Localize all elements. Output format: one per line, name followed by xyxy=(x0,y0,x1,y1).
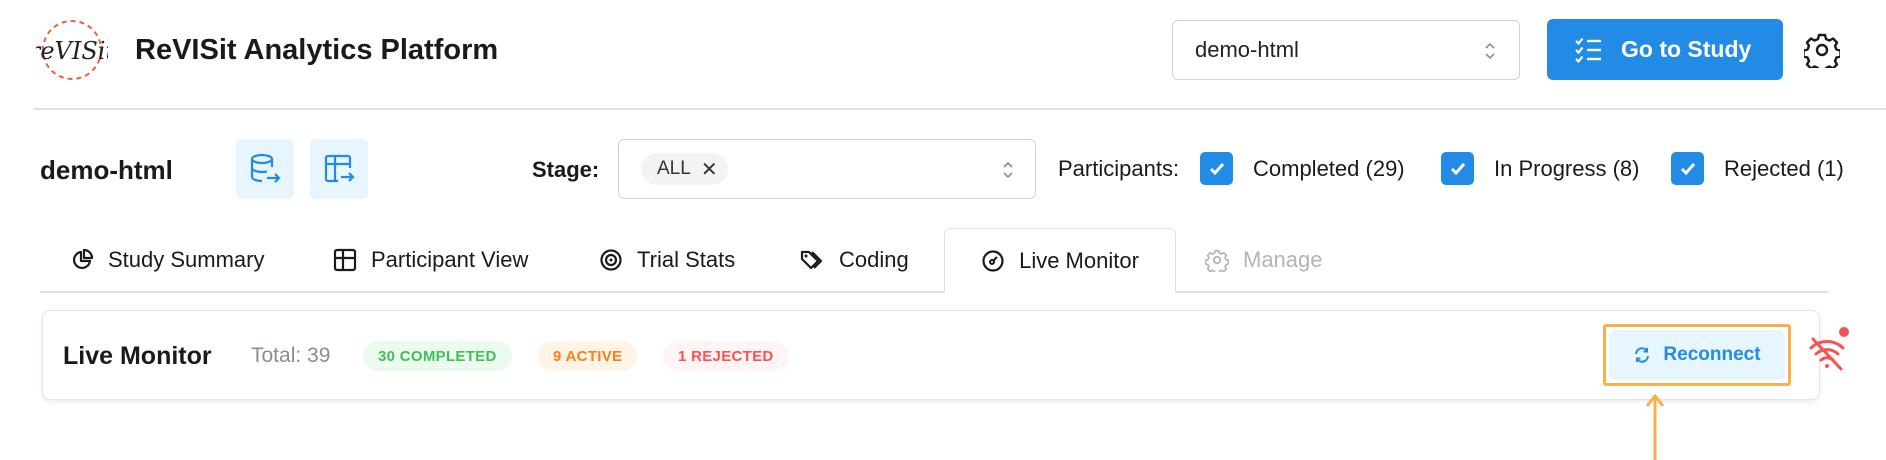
refresh-icon xyxy=(1635,347,1650,363)
list-check-icon xyxy=(1575,37,1601,63)
check-icon xyxy=(1209,162,1224,175)
stage-pill: ALL ✕ xyxy=(641,153,728,185)
table-icon xyxy=(333,248,357,272)
settings-gear-icon[interactable] xyxy=(1804,32,1840,68)
completed-badge: 30 COMPLETED xyxy=(363,341,512,371)
live-monitor-title: Live Monitor xyxy=(63,342,212,370)
rejected-checkbox-label: Rejected (1) xyxy=(1724,156,1844,181)
study-name: demo-html xyxy=(40,155,173,185)
gauge-icon xyxy=(982,250,1004,272)
completed-checkbox-label: Completed (29) xyxy=(1253,156,1405,181)
live-monitor-card: Live Monitor Total: 39 30 COMPLETED 9 AC… xyxy=(42,310,1849,400)
in-progress-checkbox[interactable] xyxy=(1441,152,1474,185)
database-export-icon xyxy=(250,153,281,183)
participants-label: Participants: xyxy=(1058,156,1180,181)
svg-text:reVISit: reVISit xyxy=(36,37,108,65)
tab-label: Manage xyxy=(1243,247,1323,272)
tab-label: Coding xyxy=(839,247,909,272)
tab-label: Study Summary xyxy=(108,247,265,272)
database-export-button[interactable] xyxy=(236,139,294,199)
go-to-study-label: Go to Study xyxy=(1621,36,1752,62)
completed-checkbox[interactable] xyxy=(1200,152,1233,185)
tab-label: Trial Stats xyxy=(637,247,736,272)
check-icon xyxy=(1680,162,1695,175)
rejected-checkbox[interactable] xyxy=(1671,152,1704,185)
gear-icon xyxy=(1205,249,1229,272)
tabs-underline xyxy=(40,291,1828,293)
table-export-icon xyxy=(324,154,355,183)
reconnect-label: Reconnect xyxy=(1663,344,1761,365)
reconnect-button[interactable]: Reconnect xyxy=(1609,330,1785,380)
check-icon xyxy=(1450,162,1465,175)
go-to-study-button[interactable]: Go to Study xyxy=(1547,19,1783,80)
rejected-badge: 1 REJECTED xyxy=(663,341,789,371)
active-badge: 9 ACTIVE xyxy=(538,341,638,371)
wifi-off-icon xyxy=(1809,337,1845,371)
study-select-value: demo-html xyxy=(1195,37,1299,62)
chevron-up-down-icon xyxy=(1485,42,1495,60)
revisit-logo[interactable]: reVISit xyxy=(36,18,108,82)
app-header: reVISit ReVISit Analytics Platform demo-… xyxy=(0,0,1886,108)
in-progress-checkbox-label: In Progress (8) xyxy=(1494,156,1640,181)
tab-label: Live Monitor xyxy=(1019,248,1139,273)
pie-chart-icon xyxy=(72,248,94,270)
tab-live-monitor[interactable]: Live Monitor xyxy=(944,228,1176,293)
stage-multiselect[interactable]: ALL ✕ xyxy=(618,139,1036,199)
table-export-button[interactable] xyxy=(310,139,368,199)
study-select[interactable]: demo-html xyxy=(1172,20,1520,80)
total-count: Total: 39 xyxy=(251,344,331,367)
pointer-arrow xyxy=(1645,393,1665,460)
stage-pill-label: ALL xyxy=(657,158,691,179)
tab-participant-view[interactable]: Participant View xyxy=(333,228,528,292)
chevron-up-down-icon xyxy=(1003,161,1013,179)
tab-bar: Study Summary Participant View Trial Sta… xyxy=(40,228,1828,293)
stage-label: Stage: xyxy=(532,157,600,182)
tab-trial-stats[interactable]: Trial Stats xyxy=(599,228,735,292)
target-icon xyxy=(600,249,622,271)
status-dot xyxy=(1839,327,1849,337)
tab-label: Participant View xyxy=(371,247,529,272)
tags-icon xyxy=(800,250,823,270)
remove-pill-icon[interactable]: ✕ xyxy=(701,157,718,182)
tab-study-summary[interactable]: Study Summary xyxy=(70,228,265,292)
tab-coding[interactable]: Coding xyxy=(799,228,909,292)
app-title: ReVISit Analytics Platform xyxy=(135,34,499,66)
header-divider xyxy=(34,108,1886,110)
tab-manage[interactable]: Manage xyxy=(1205,228,1323,292)
